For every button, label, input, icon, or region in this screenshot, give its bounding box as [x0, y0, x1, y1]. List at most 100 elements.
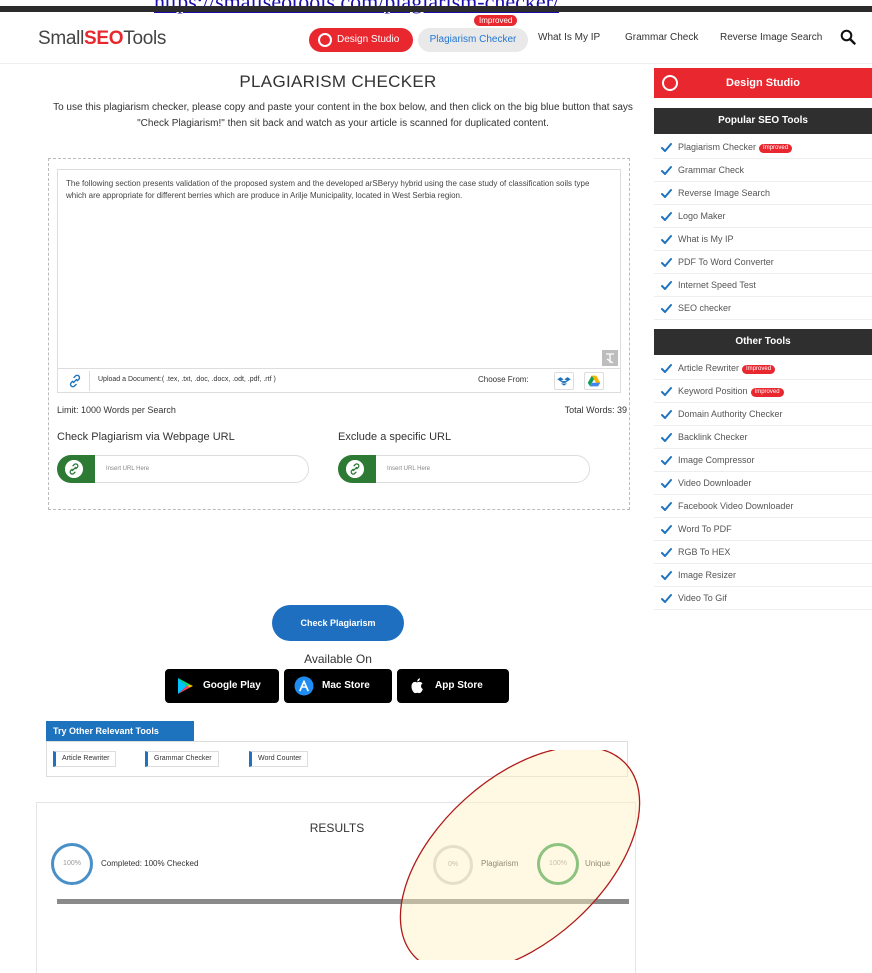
url-bar-divider: [0, 6, 872, 12]
check-icon: [661, 548, 672, 557]
improved-badge: Improved: [742, 365, 776, 374]
check-plagiarism-button[interactable]: Check Plagiarism: [272, 605, 404, 641]
tool-chip-grammar-checker[interactable]: Grammar Checker: [145, 751, 219, 767]
completed-ring: 100%: [51, 843, 93, 885]
content-textarea[interactable]: The following section presents validatio…: [57, 169, 621, 369]
sidebar-item-label: Image Resizer: [678, 570, 737, 580]
total-words-text: Total Words: 39: [564, 405, 627, 415]
content-text: The following section presents validatio…: [66, 179, 590, 200]
clear-text-icon[interactable]: [602, 350, 618, 366]
sidebar-item-label: What is My IP: [678, 234, 734, 244]
sidebar-item-label: PDF To Word Converter: [678, 257, 774, 267]
sidebar-item-backlink-checker[interactable]: Backlink Checker: [654, 426, 872, 449]
upload-separator: [89, 371, 90, 391]
nav-improved-badge: Improved: [474, 15, 518, 26]
nav-plagiarism-checker-link[interactable]: Plagiarism Checker: [418, 28, 528, 52]
upload-row: Upload a Document:( .tex, .txt, .doc, .d…: [57, 369, 621, 393]
search-icon[interactable]: [840, 29, 856, 45]
nav-design-studio-label: Design Studio: [337, 34, 400, 45]
apple-icon: [411, 678, 423, 694]
mac-store-label: Mac Store: [322, 680, 370, 691]
check-icon: [661, 258, 672, 267]
check-icon: [661, 304, 672, 313]
sidebar-item-video-to-gif[interactable]: Video To Gif: [654, 587, 872, 610]
url-bar: https://smallseotools.com/plagiarism-che…: [0, 0, 872, 14]
sidebar-item-label: Internet Speed Test: [678, 280, 756, 290]
link-icon: [65, 460, 83, 478]
check-icon: [661, 189, 672, 198]
sidebar-item-keyword-position[interactable]: Keyword Position Improved: [654, 380, 872, 403]
sidebar-item-label: Keyword Position: [678, 386, 748, 396]
link-icon[interactable]: [68, 374, 82, 388]
sidebar-design-studio-button[interactable]: Design Studio: [654, 68, 872, 98]
link-icon: [346, 460, 364, 478]
sidebar-item-image-compressor[interactable]: Image Compressor: [654, 449, 872, 472]
sidebar-item-label: Backlink Checker: [678, 432, 748, 442]
completed-percent: 100%: [63, 860, 81, 867]
sidebar-item-image-resizer[interactable]: Image Resizer: [654, 564, 872, 587]
sidebar-item-video-downloader[interactable]: Video Downloader: [654, 472, 872, 495]
annotation-ellipse: [399, 750, 641, 960]
completed-label: Completed: 100% Checked: [101, 859, 199, 868]
nav-design-studio-button[interactable]: Design Studio: [309, 28, 413, 52]
sidebar-item-grammar-check[interactable]: Grammar Check: [654, 159, 872, 182]
sidebar-item-article-rewriter[interactable]: Article Rewriter Improved: [654, 357, 872, 380]
check-icon: [661, 364, 672, 373]
google-play-button[interactable]: Google Play: [165, 669, 279, 703]
check-url-input[interactable]: Insert URL Here: [57, 455, 309, 483]
sidebar-item-internet-speed-test[interactable]: Internet Speed Test: [654, 274, 872, 297]
sidebar-item-facebook-video-downloader[interactable]: Facebook Video Downloader: [654, 495, 872, 518]
sidebar-item-label: Logo Maker: [678, 211, 726, 221]
sidebar-item-label: RGB To HEX: [678, 547, 731, 557]
check-icon: [661, 502, 672, 511]
dropbox-icon: [557, 377, 571, 386]
sidebar-item-logo-maker[interactable]: Logo Maker: [654, 205, 872, 228]
upload-document-label[interactable]: Upload a Document:( .tex, .txt, .doc, .d…: [98, 376, 276, 383]
tool-chip-word-counter[interactable]: Word Counter: [249, 751, 309, 767]
sidebar-item-label: Article Rewriter: [678, 363, 740, 373]
site-logo[interactable]: SmallSEOTools: [38, 28, 166, 50]
check-icon: [661, 143, 672, 152]
sidebar-design-studio-label: Design Studio: [726, 77, 800, 89]
top-navbar: SmallSEOTools Design Studio Improved Pla…: [0, 14, 872, 64]
sidebar-item-rgb-to-hex[interactable]: RGB To HEX: [654, 541, 872, 564]
sidebar-item-plagiarism-checker[interactable]: Plagiarism Checker Improved: [654, 136, 872, 159]
check-icon: [661, 410, 672, 419]
sidebar-item-label: Grammar Check: [678, 165, 745, 175]
plagiarism-input-panel: The following section presents validatio…: [48, 158, 630, 510]
design-studio-icon: [662, 75, 678, 91]
nav-link-grammar-check[interactable]: Grammar Check: [625, 32, 698, 43]
logo-prefix: Small: [38, 28, 85, 49]
mac-store-button[interactable]: Mac Store: [284, 669, 392, 703]
sidebar-item-pdf-to-word-converter[interactable]: PDF To Word Converter: [654, 251, 872, 274]
nav-link-reverse-image-search[interactable]: Reverse Image Search: [720, 32, 822, 43]
sidebar-item-what-is-my-ip[interactable]: What is My IP: [654, 228, 872, 251]
app-store-button[interactable]: App Store: [397, 669, 509, 703]
sidebar-item-label: Video Downloader: [678, 478, 752, 488]
exclude-url-label: Exclude a specific URL: [338, 431, 452, 443]
word-limit-text: Limit: 1000 Words per Search: [57, 405, 176, 415]
sidebar-item-reverse-image-search[interactable]: Reverse Image Search: [654, 182, 872, 205]
logo-suffix: Tools: [123, 28, 167, 49]
google-drive-button[interactable]: [584, 372, 604, 390]
nav-link-what-is-my-ip[interactable]: What Is My IP: [538, 32, 600, 43]
sidebar-item-label: Domain Authority Checker: [678, 409, 783, 419]
google-play-label: Google Play: [203, 680, 261, 691]
sidebar-item-label: Image Compressor: [678, 455, 755, 465]
tool-chip-article-rewriter[interactable]: Article Rewriter: [53, 751, 117, 767]
design-studio-icon: [318, 33, 332, 47]
exclude-url-input[interactable]: Insert URL Here: [338, 455, 590, 483]
check-icon: [661, 479, 672, 488]
sidebar-item-word-to-pdf[interactable]: Word To PDF: [654, 518, 872, 541]
sidebar-item-domain-authority-checker[interactable]: Domain Authority Checker: [654, 403, 872, 426]
sidebar-item-seo-checker[interactable]: SEO checker: [654, 297, 872, 320]
mac-store-icon: [294, 676, 314, 696]
sidebar-item-label: Word To PDF: [678, 524, 732, 534]
dropbox-button[interactable]: [554, 372, 574, 390]
intro-text: To use this plagiarism checker, please c…: [53, 102, 633, 129]
other-tools-header: Try Other Relevant Tools: [46, 721, 194, 741]
available-on-heading: Available On: [304, 652, 372, 666]
popular-tools-header: Popular SEO Tools: [654, 108, 872, 134]
sidebar-item-label: Plagiarism Checker: [678, 142, 757, 152]
improved-badge: Improved: [750, 388, 784, 397]
